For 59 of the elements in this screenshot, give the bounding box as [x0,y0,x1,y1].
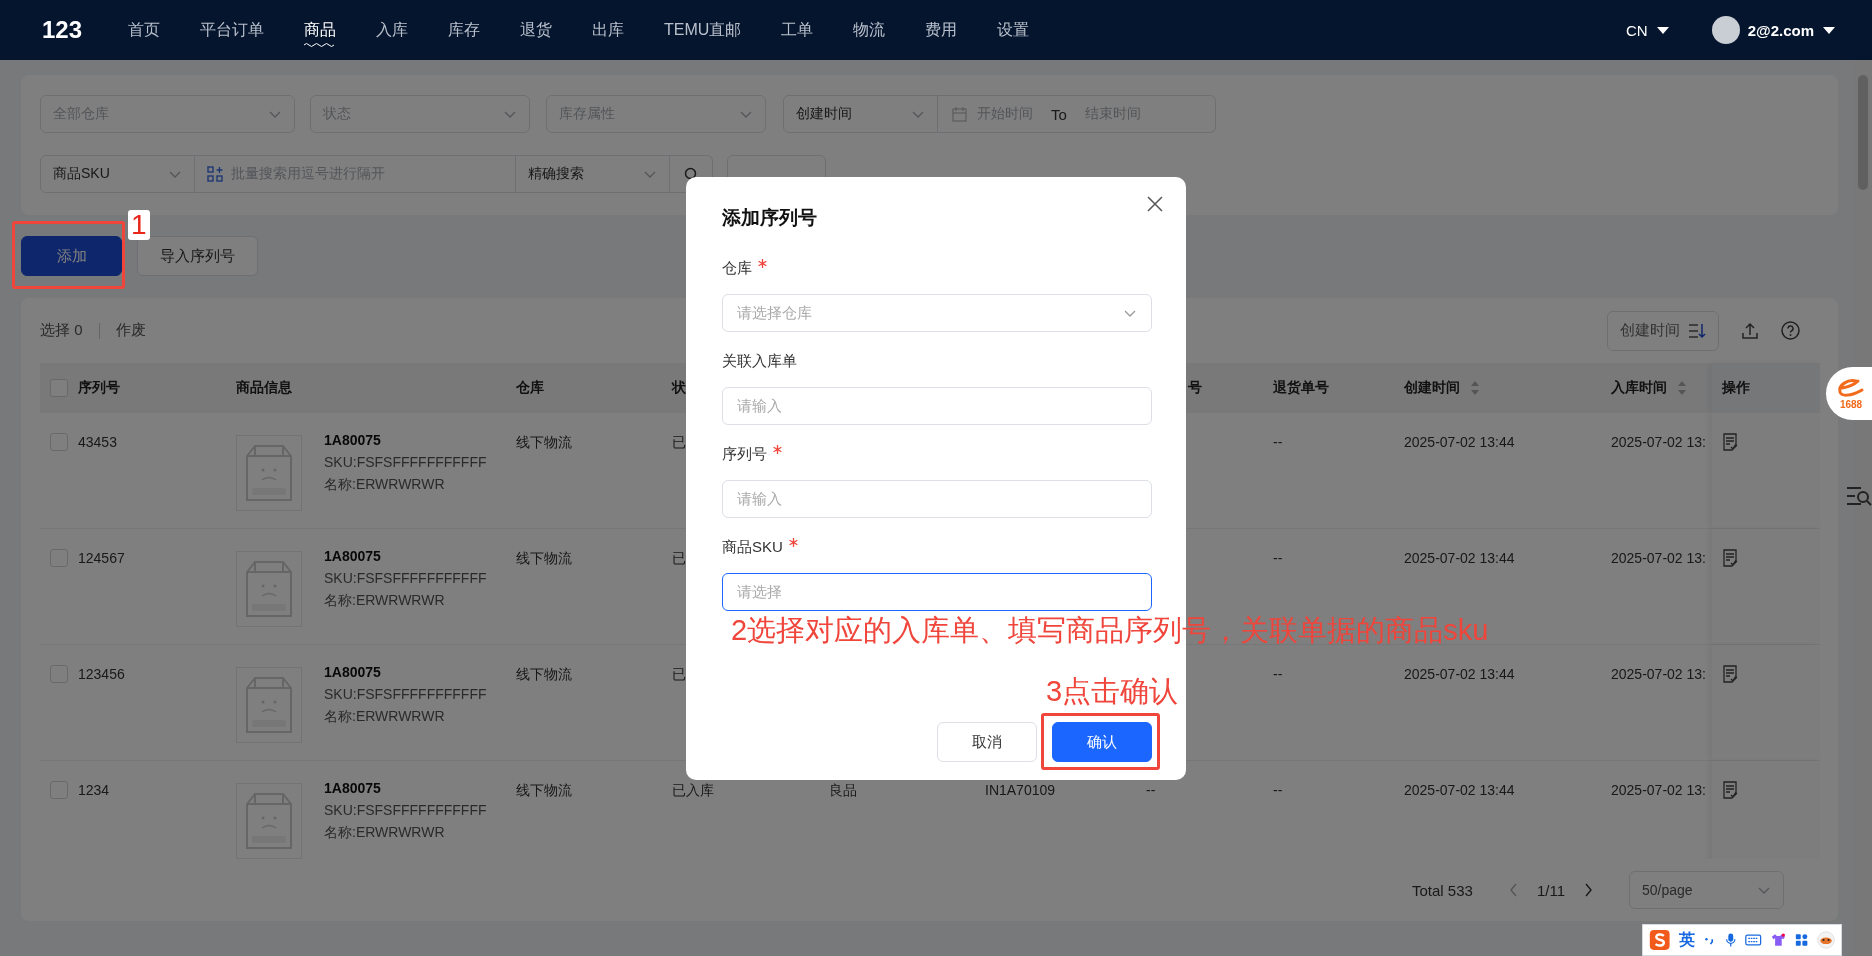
table-cell: 线下物流 [516,433,572,451]
column-header: 仓库 [516,379,544,397]
table-cell: 43453 [78,433,117,451]
column-header: 商品信息 [236,379,292,397]
product-name: 名称:ERWRWRWR [324,475,446,493]
field-label: 关联入库单 [722,352,797,371]
table-cell: -- [1273,665,1283,683]
column-header: 序列号 [78,379,120,397]
table-cell: 2025-07-02 13: [1611,665,1706,683]
table-cell: -- [1273,781,1283,799]
badge-label: 1688 [1839,399,1863,410]
table-cell: 123456 [78,665,125,683]
step-annotation: 3点击确认 [1046,677,1179,706]
column-header: 号 [1188,379,1202,397]
table-cell: -- [1273,549,1283,567]
column-header: 入库时间 [1611,379,1667,397]
product-code: 1A80075 [324,663,382,681]
table-cell: 1234 [78,781,110,799]
table-cell: 2025-07-02 13: [1611,781,1706,799]
table-cell: 良品 [829,781,857,799]
table-cell: 2025-07-02 13: [1611,549,1706,567]
product-name: 名称:ERWRWRWR [324,823,446,841]
table-cell: 线下物流 [516,665,572,683]
field-label: 仓库 [722,259,752,278]
table-cell: 已入库 [672,781,714,799]
column-header: 退货单号 [1273,379,1329,397]
product-code: 1A80075 [324,431,382,449]
field-label: 商品SKU [722,538,783,557]
table-cell: 2025-07-02 13: [1611,433,1706,451]
product-sku: SKU:FSFSFFFFFFFFFFF [324,685,487,703]
product-sku: SKU:FSFSFFFFFFFFFFF [324,453,487,471]
table-cell: -- [1146,781,1156,799]
table-cell: 线下物流 [516,781,572,799]
table-cell: 2025-07-02 13:44 [1404,433,1515,451]
table-cell: 124567 [78,549,125,567]
table-cell: IN1A70109 [985,781,1056,799]
table-cell: 2025-07-02 13:44 [1404,781,1515,799]
column-header: 创建时间 [1404,379,1460,397]
total-count: Total 533 [1412,881,1473,899]
field-label: 序列号 [722,445,767,464]
table-cell: 已 [672,549,686,567]
column-header: 状 [672,379,686,397]
table-cell: 已 [672,433,686,451]
table-cell: 线下物流 [516,549,572,567]
product-sku: SKU:FSFSFFFFFFFFFFF [324,569,487,587]
step-annotation: 1 [128,210,150,240]
product-name: 名称:ERWRWRWR [324,591,446,609]
dialog-title: 添加序列号 [722,206,818,230]
table-cell: -- [1273,433,1283,451]
selection-count: 选择 0 [40,321,83,340]
table-cell: 2025-07-02 13:44 [1404,549,1515,567]
table-cell: 已 [672,665,686,683]
table-cell: 2025-07-02 13:44 [1404,665,1515,683]
column-header: 操作 [1722,379,1750,397]
product-code: 1A80075 [324,779,382,797]
product-name: 名称:ERWRWRWR [324,707,446,725]
page-indicator: 1/11 [1536,881,1565,899]
product-sku: SKU:FSFSFFFFFFFFFFF [324,801,487,819]
product-code: 1A80075 [324,547,382,565]
